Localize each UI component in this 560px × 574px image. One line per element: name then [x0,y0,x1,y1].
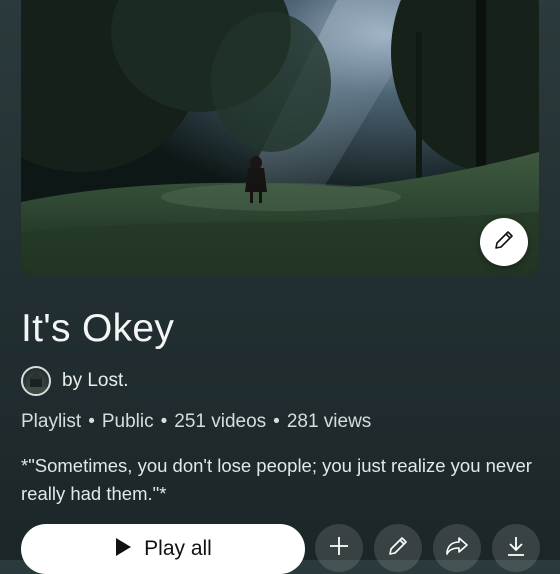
pencil-icon [492,228,516,257]
plus-icon [327,534,351,563]
playlist-type: Playlist [21,411,82,432]
playlist-description: *"Sometimes, you don't lose people; you … [21,455,532,504]
owner-row[interactable]: by Lost. [21,364,129,398]
avatar[interactable] [21,366,51,396]
view-count: 281 views [286,411,372,432]
playlist-title: It's Okey [21,307,175,350]
playlist-meta: Playlist • Public • 251 videos • 281 views [21,411,372,432]
play-icon [114,537,132,562]
edit-cover-button[interactable] [480,218,528,266]
download-icon [504,534,528,563]
video-count: 251 videos [174,411,267,432]
playlist-cover-image [21,0,539,275]
edit-playlist-button[interactable] [374,524,422,572]
play-all-label: Play all [144,537,212,560]
visibility-label: Public [101,411,154,432]
owner-name[interactable]: by Lost. [62,370,129,392]
share-button[interactable] [433,524,481,572]
play-all-button[interactable]: Play all [21,524,305,574]
action-row: Play all [21,524,560,574]
pencil-icon [386,534,410,563]
download-button[interactable] [492,524,540,572]
add-to-library-button[interactable] [315,524,363,572]
share-icon [444,534,470,563]
